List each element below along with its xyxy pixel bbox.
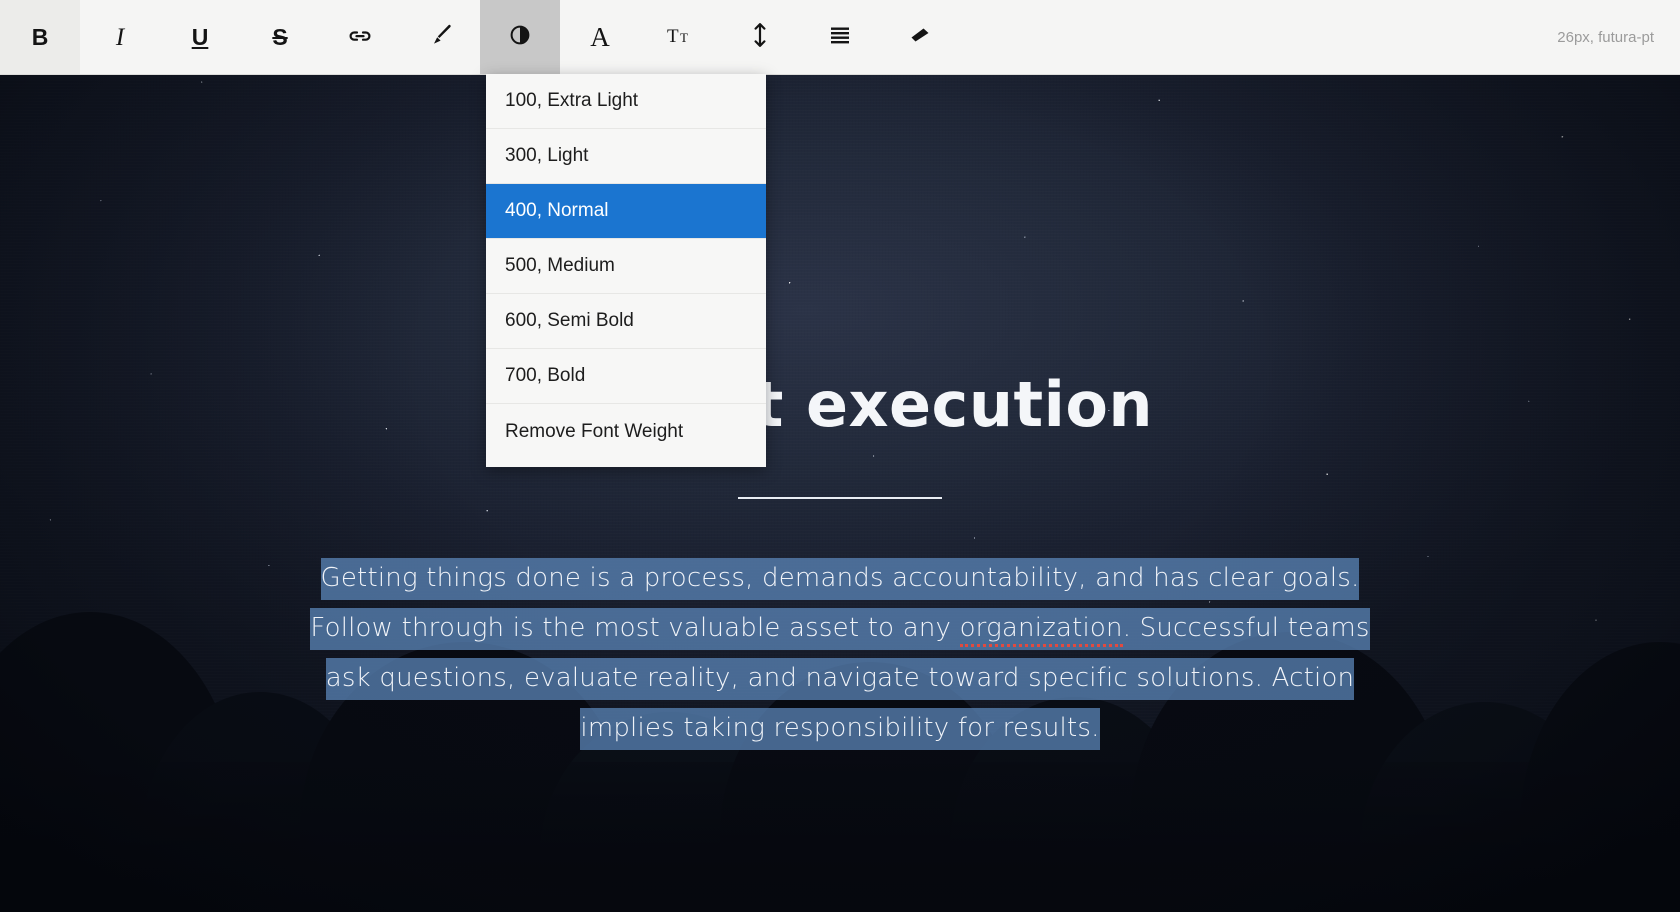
text-align-button[interactable] (800, 0, 880, 74)
paintbrush-icon (426, 21, 454, 54)
line-height-button[interactable] (720, 0, 800, 74)
clear-format-button[interactable] (880, 0, 960, 74)
bold-icon: B (31, 23, 49, 50)
menu-item-700-bold[interactable]: 700, Bold (486, 349, 766, 404)
font-family-button[interactable]: A (560, 0, 640, 74)
half-circle-icon (508, 23, 532, 52)
svg-text:T: T (667, 26, 679, 47)
align-lines-icon (827, 23, 853, 52)
misspelled-word[interactable]: organization (959, 613, 1123, 647)
menu-item-remove-font-weight[interactable]: Remove Font Weight (486, 404, 766, 459)
menu-item-100-extra-light[interactable]: 100, Extra Light (486, 74, 766, 129)
text-color-button[interactable] (400, 0, 480, 74)
strikethrough-button[interactable]: S (240, 0, 320, 74)
font-size-button[interactable]: T T (640, 0, 720, 74)
font-weight-button[interactable] (480, 0, 560, 74)
link-button[interactable] (320, 0, 400, 74)
formatting-toolbar: B I U S A T T 26px, futura-pt (0, 0, 1680, 75)
font-weight-menu: 100, Extra Light 300, Light 400, Normal … (486, 74, 766, 467)
svg-text:T: T (680, 30, 688, 45)
bold-button[interactable]: B (0, 0, 80, 74)
menu-item-500-medium[interactable]: 500, Medium (486, 239, 766, 294)
letter-a-icon: A (590, 21, 610, 52)
link-icon (347, 22, 373, 53)
strikethrough-icon: S (272, 23, 288, 50)
italic-button[interactable]: I (80, 0, 160, 74)
line-height-icon (749, 21, 771, 54)
article-content: Perfect execution Getting things done is… (0, 0, 1680, 912)
eraser-icon (906, 23, 934, 52)
editor-canvas: Perfect execution Getting things done is… (0, 0, 1680, 912)
underline-icon: U (191, 23, 209, 50)
underline-button[interactable]: U (160, 0, 240, 74)
page-title[interactable]: Perfect execution (0, 368, 1680, 441)
font-info-label: 26px, futura-pt (1557, 28, 1654, 46)
text-size-icon: T T (665, 22, 695, 53)
body-paragraph[interactable]: Getting things done is a process, demand… (300, 553, 1380, 753)
title-divider (738, 497, 942, 499)
menu-item-300-light[interactable]: 300, Light (486, 129, 766, 184)
menu-item-400-normal[interactable]: 400, Normal (486, 184, 766, 239)
menu-item-600-semi-bold[interactable]: 600, Semi Bold (486, 294, 766, 349)
italic-icon: I (115, 23, 125, 51)
